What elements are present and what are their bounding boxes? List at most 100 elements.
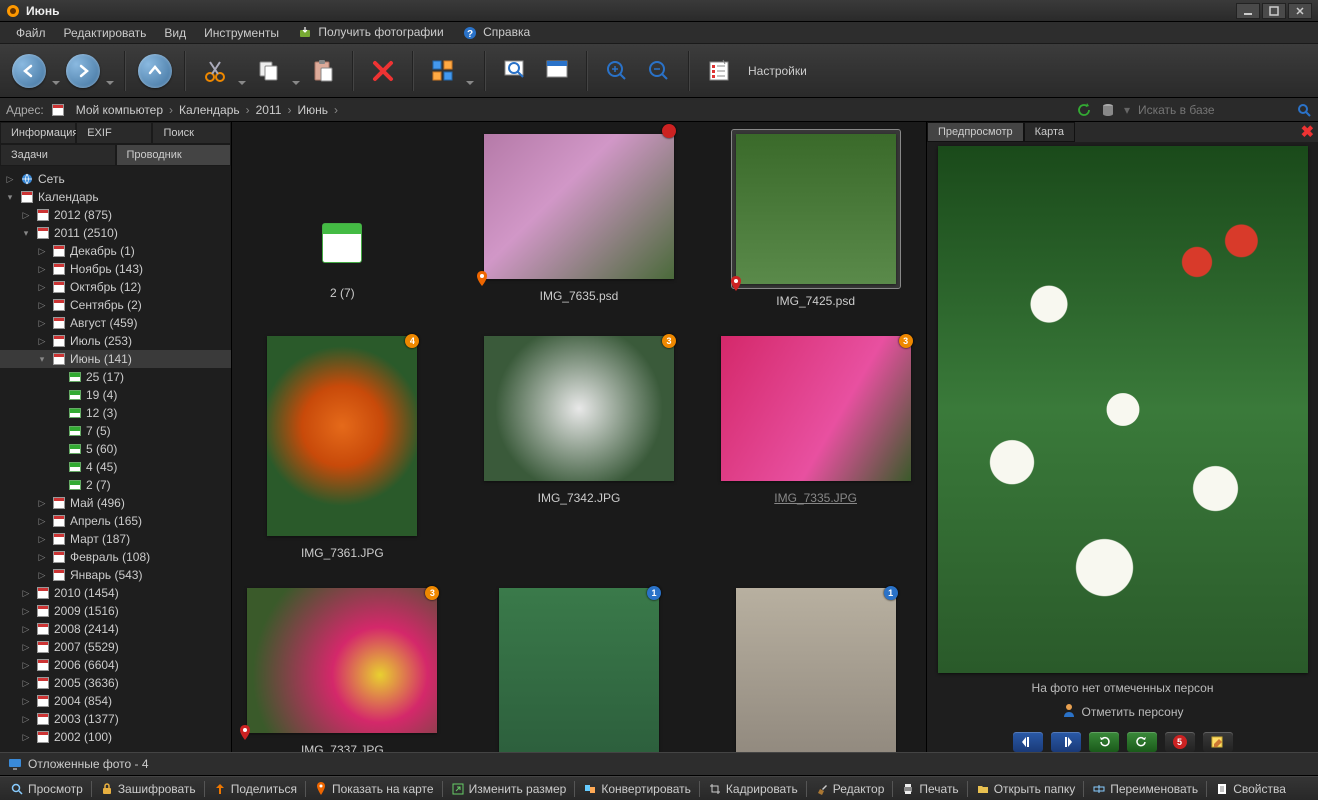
tree-day-25[interactable]: 25 (17) [0,368,231,386]
crumb-calendar[interactable]: Календарь [175,103,244,117]
thumb-item[interactable]: 3 IMG_7342.JPG [484,332,674,560]
menu-tools[interactable]: Инструменты [196,24,287,42]
close-panel-icon[interactable]: ✖ [1301,122,1314,142]
tree-july[interactable]: ▷Июль (253) [0,332,231,350]
crumb-2011[interactable]: 2011 [252,103,286,117]
refresh-icon[interactable] [1076,102,1092,118]
nav-forward-dropdown[interactable] [104,50,116,92]
menu-file[interactable]: Файл [8,24,54,42]
database-icon[interactable] [1100,102,1116,118]
status-properties[interactable]: Свойства [1209,777,1292,800]
tree-march[interactable]: ▷Март (187) [0,530,231,548]
tree-april[interactable]: ▷Апрель (165) [0,512,231,530]
nav-back-button[interactable] [8,50,50,92]
tree-day-4[interactable]: 4 (45) [0,458,231,476]
tag-person-button[interactable]: Отметить персону [927,703,1318,720]
status-open-folder[interactable]: Открыть папку [970,777,1082,800]
cut-button[interactable] [194,50,236,92]
tree-december[interactable]: ▷Декабрь (1) [0,242,231,260]
menu-help[interactable]: ? Справка [454,23,538,43]
tree-day-19[interactable]: 19 (4) [0,386,231,404]
crumb-my-computer[interactable]: Мой компьютер [72,103,167,117]
status-print[interactable]: Печать [895,777,964,800]
thumb-item[interactable]: 3 IMG_7335.JPG [721,332,911,560]
tree-2006[interactable]: ▷2006 (6604) [0,656,231,674]
tree-calendar[interactable]: ▾Календарь [0,188,231,206]
folder-tree[interactable]: ▷Сеть ▾Календарь ▷2012 (875) ▾2011 (2510… [0,166,231,752]
paste-button[interactable] [302,50,344,92]
menu-get-photos[interactable]: Получить фотографии [289,23,452,43]
select-all-dropdown[interactable] [464,50,476,92]
tree-2003[interactable]: ▷2003 (1377) [0,710,231,728]
maximize-button[interactable] [1262,3,1286,19]
cut-dropdown[interactable] [236,50,248,92]
preview-image[interactable] [938,146,1308,673]
thumb-item[interactable]: 3 IMG_7337.JPG [247,584,437,752]
thumb-item-selected[interactable]: IMG_7425.psd [721,130,911,308]
tab-search[interactable]: Поиск [152,122,231,144]
fullscreen-button[interactable] [536,50,578,92]
tree-network[interactable]: ▷Сеть [0,170,231,188]
thumb-item[interactable]: 1 img_7979.jpg [484,584,674,752]
status-encrypt[interactable]: Зашифровать [94,777,202,800]
tree-day-2[interactable]: 2 (7) [0,476,231,494]
next-image-button[interactable] [1051,732,1081,752]
status-crop[interactable]: Кадрировать [702,777,804,800]
copy-button[interactable] [248,50,290,92]
thumb-item[interactable]: 4 IMG_7361.JPG [247,332,437,560]
search-database-input[interactable] [1138,103,1288,117]
tree-2002[interactable]: ▷2002 (100) [0,728,231,746]
nav-up-button[interactable] [134,50,176,92]
tree-day-12[interactable]: 12 (3) [0,404,231,422]
tree-october[interactable]: ▷Октябрь (12) [0,278,231,296]
status-show-on-map[interactable]: Показать на карте [308,777,440,800]
rotate-right-button[interactable] [1127,732,1157,752]
tab-exif[interactable]: EXIF [76,122,152,144]
select-all-button[interactable] [422,50,464,92]
tree-2008[interactable]: ▷2008 (2414) [0,620,231,638]
thumb-item[interactable]: 1 img_4117.psd [721,584,911,752]
minimize-button[interactable] [1236,3,1260,19]
zoom-button[interactable] [494,50,536,92]
edit-note-button[interactable] [1203,732,1233,752]
tree-august[interactable]: ▷Август (459) [0,314,231,332]
tab-information[interactable]: Информация [0,122,76,144]
nav-forward-button[interactable] [62,50,104,92]
nav-back-dropdown[interactable] [50,50,62,92]
status-share[interactable]: Поделиться [207,777,303,800]
thumb-item[interactable]: IMG_7635.psd [484,130,674,308]
tree-2010[interactable]: ▷2010 (1454) [0,584,231,602]
pending-photos-bar[interactable]: Отложенные фото - 4 [0,752,1318,776]
tree-2007[interactable]: ▷2007 (5529) [0,638,231,656]
tab-preview[interactable]: Предпросмотр [927,122,1024,142]
tree-2005[interactable]: ▷2005 (3636) [0,674,231,692]
search-icon[interactable] [1296,102,1312,118]
zoom-in-button[interactable] [596,50,638,92]
tab-map[interactable]: Карта [1024,122,1075,142]
tree-2012[interactable]: ▷2012 (875) [0,206,231,224]
tree-january[interactable]: ▷Январь (543) [0,566,231,584]
thumbnail-grid[interactable]: 2 (7) IMG_7635.psd IMG_7425.psd 4 IMG_73… [232,122,926,752]
tree-september[interactable]: ▷Сентябрь (2) [0,296,231,314]
status-resize[interactable]: Изменить размер [445,777,573,800]
delete-button[interactable] [362,50,404,92]
tab-explorer[interactable]: Проводник [116,144,232,166]
tree-day-7[interactable]: 7 (5) [0,422,231,440]
tree-2004[interactable]: ▷2004 (854) [0,692,231,710]
tree-day-5[interactable]: 5 (60) [0,440,231,458]
status-convert[interactable]: Конвертировать [577,777,697,800]
status-editor[interactable]: Редактор [809,777,891,800]
menu-edit[interactable]: Редактировать [56,24,155,42]
tree-2009[interactable]: ▷2009 (1516) [0,602,231,620]
rotate-left-button[interactable] [1089,732,1119,752]
tree-february[interactable]: ▷Февраль (108) [0,548,231,566]
root-icon[interactable] [50,102,66,118]
tab-tasks[interactable]: Задачи [0,144,116,166]
count-badge-button[interactable]: 5 [1165,732,1195,752]
tree-2011[interactable]: ▾2011 (2510) [0,224,231,242]
prev-image-button[interactable] [1013,732,1043,752]
thumb-folder[interactable]: 2 (7) [247,130,437,308]
close-button[interactable] [1288,3,1312,19]
settings-button[interactable] [698,50,740,92]
zoom-out-button[interactable] [638,50,680,92]
